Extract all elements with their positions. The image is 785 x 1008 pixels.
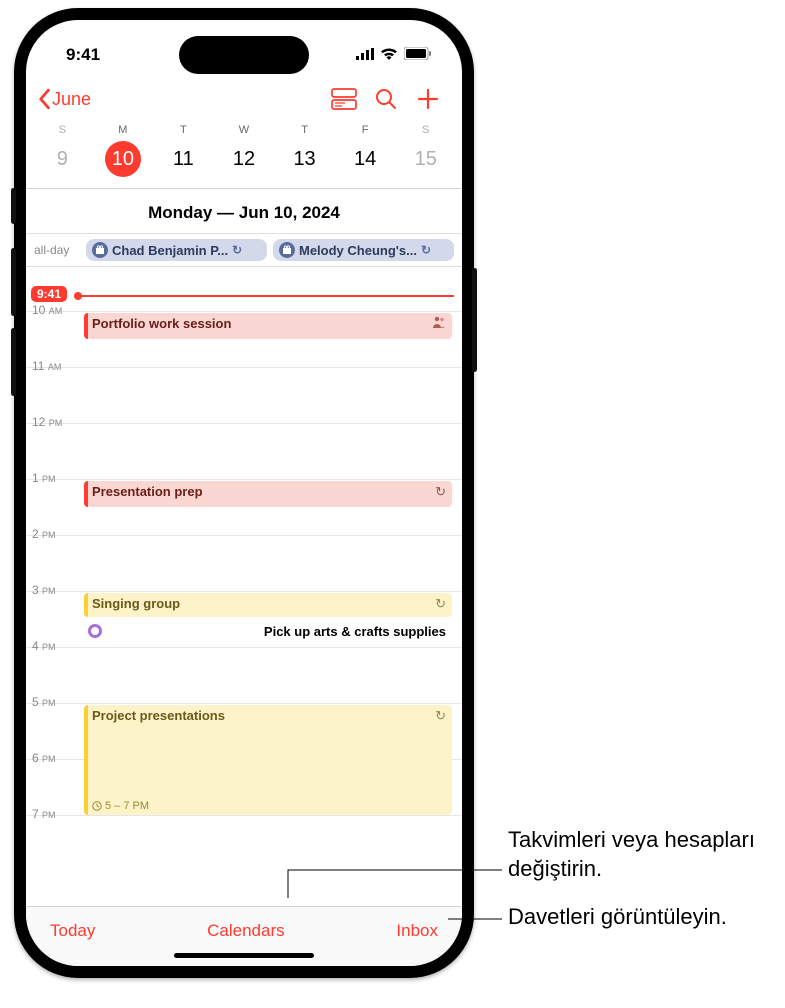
callout-inbox: Davetleri görüntüleyin. xyxy=(508,903,727,932)
callout-calendars: Takvimleri veya hesapları değiştirin. xyxy=(508,826,785,883)
dynamic-island xyxy=(179,36,309,74)
